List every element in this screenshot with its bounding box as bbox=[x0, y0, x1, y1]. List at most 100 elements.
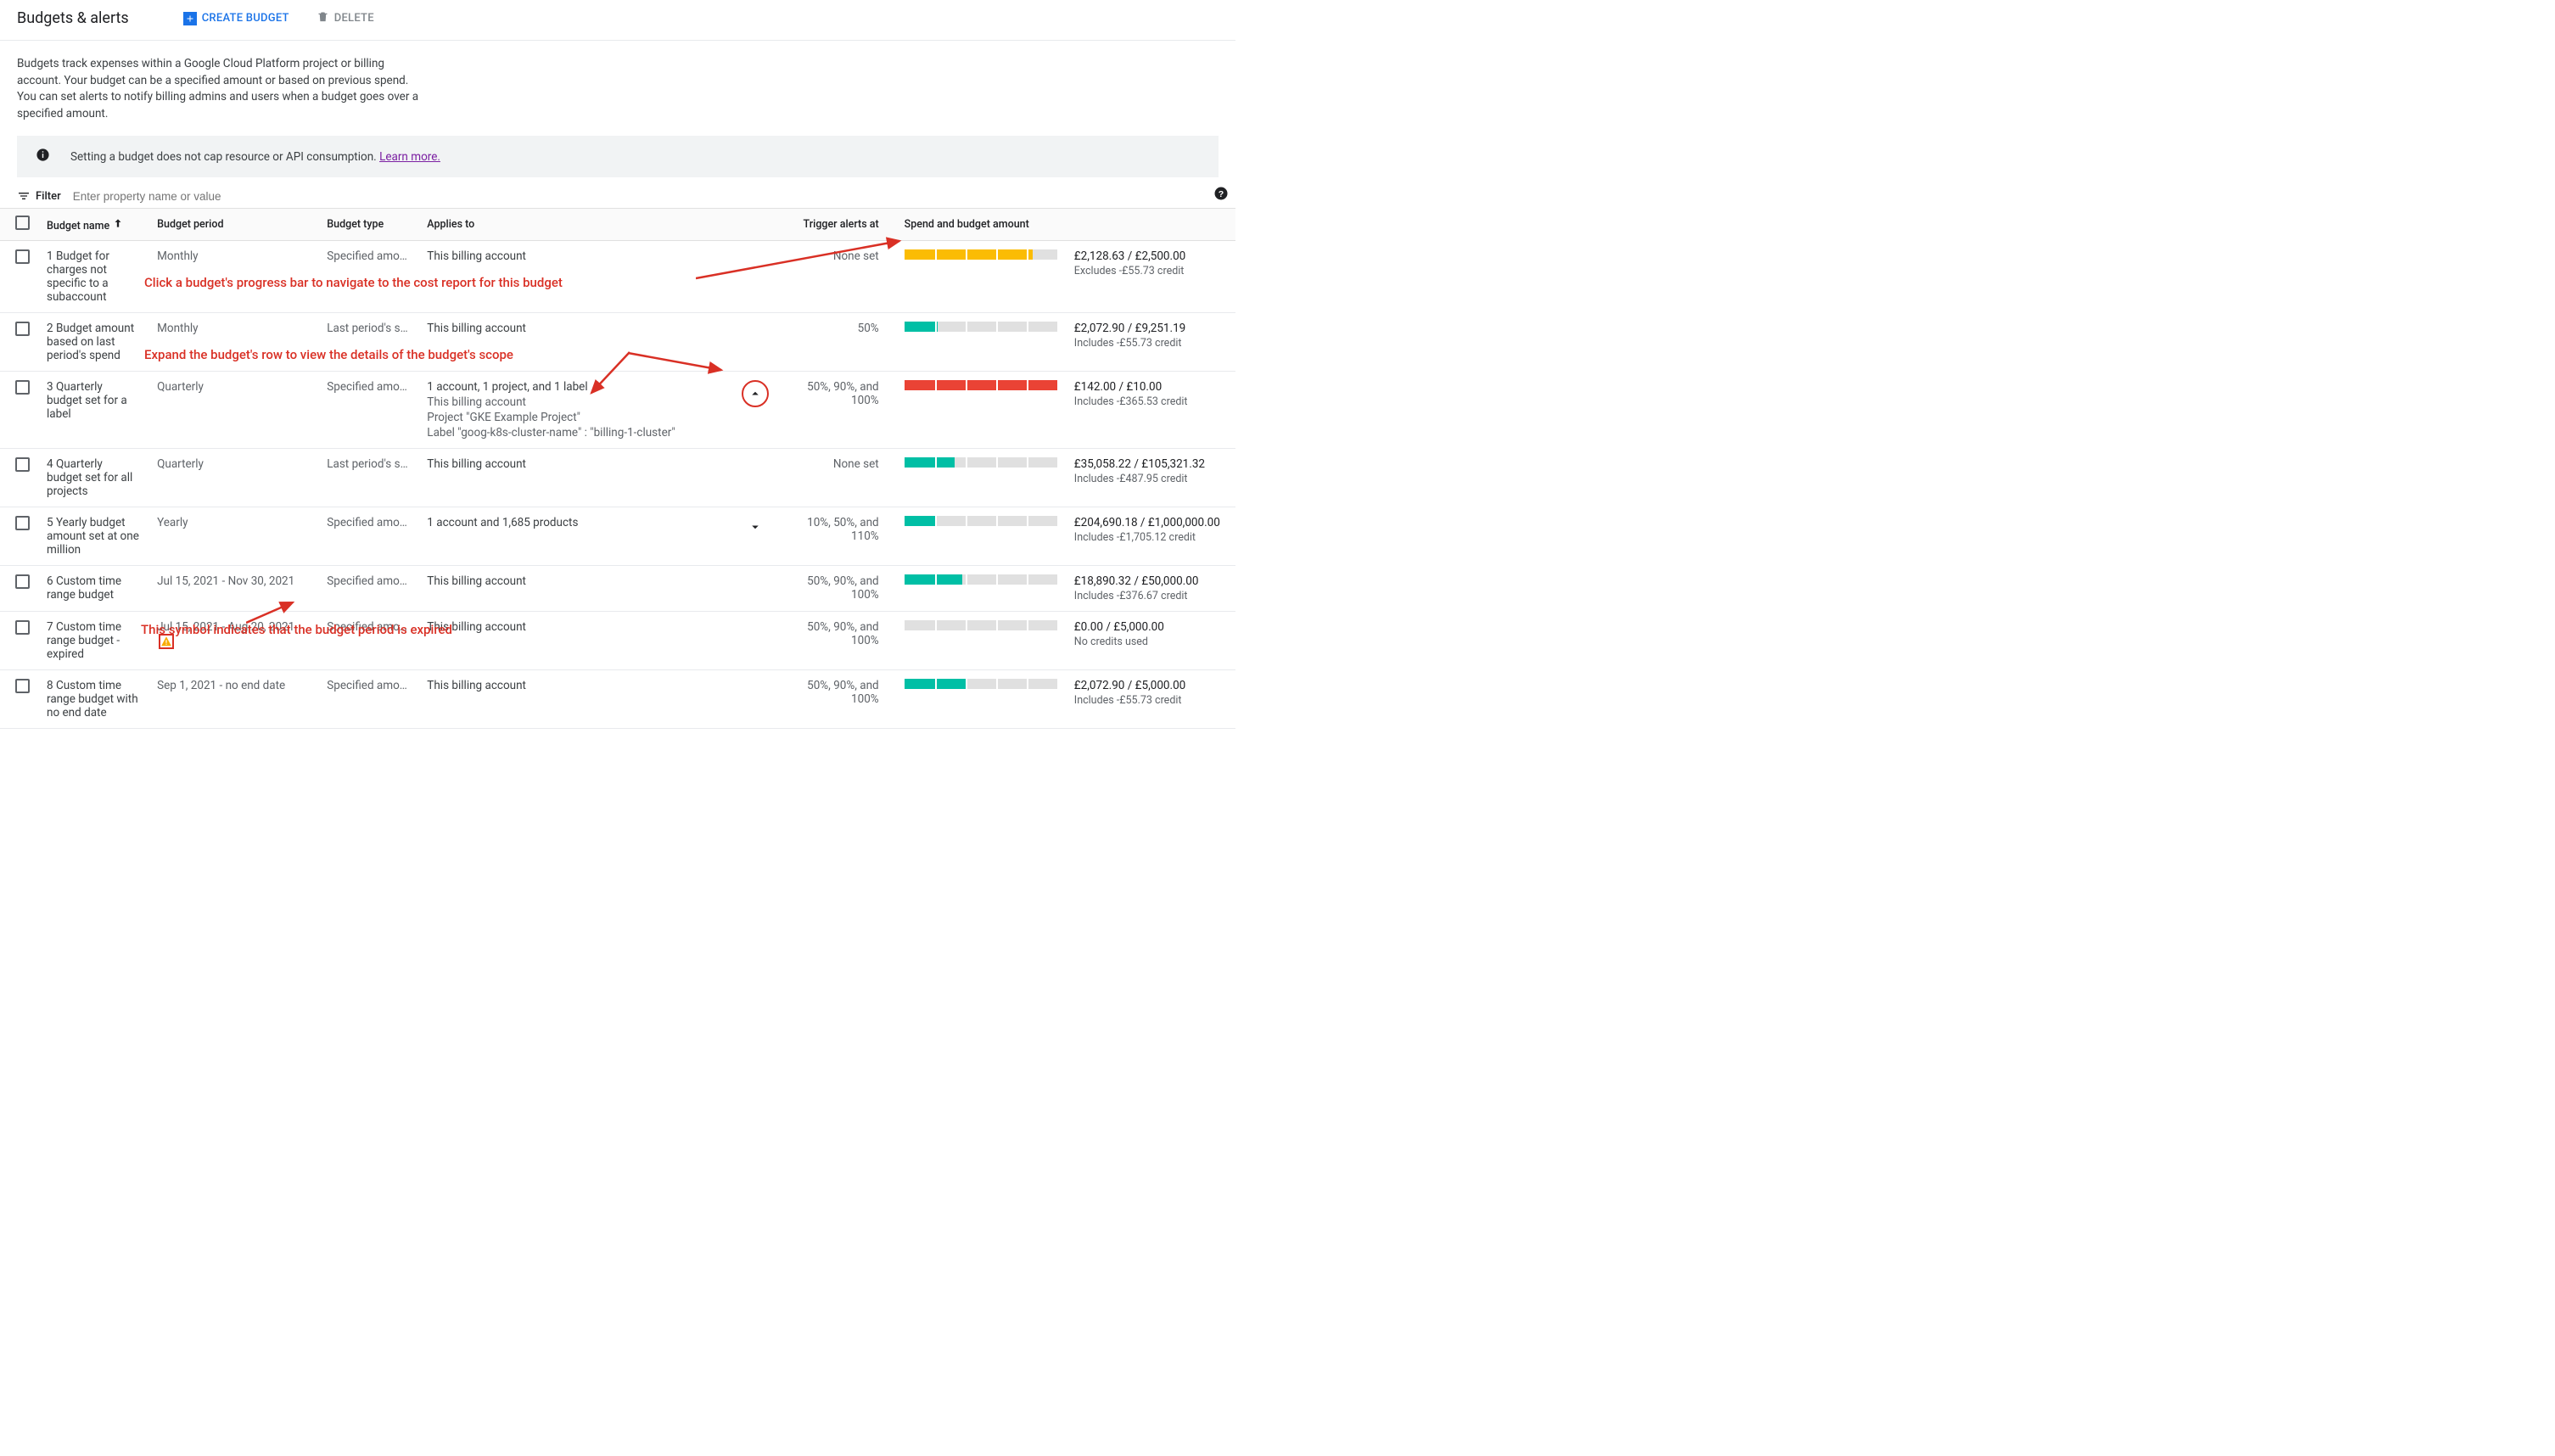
budget-name[interactable]: 2 Budget amount based on last period's s… bbox=[38, 313, 148, 372]
learn-more-link[interactable]: Learn more. bbox=[379, 150, 440, 164]
budget-type: Specified amo… bbox=[318, 241, 418, 313]
col-name[interactable]: Budget name bbox=[47, 220, 109, 232]
info-text: Setting a budget does not cap resource o… bbox=[70, 150, 379, 164]
applies-to: This billing account bbox=[418, 241, 732, 313]
budget-name[interactable]: 7 Custom time range budget - expired bbox=[38, 612, 148, 670]
applies-to: 1 account, 1 project, and 1 labelThis bi… bbox=[418, 372, 732, 449]
filter-icon bbox=[17, 189, 31, 203]
progress-bar[interactable] bbox=[905, 620, 1057, 630]
svg-text:?: ? bbox=[1219, 189, 1224, 199]
applies-to: This billing account bbox=[418, 313, 732, 372]
table-row: 4 Quarterly budget set for all projectsQ… bbox=[0, 449, 1235, 507]
budget-period: Quarterly bbox=[148, 372, 318, 449]
budget-period: Yearly bbox=[148, 507, 318, 566]
table-row: 7 Custom time range budget - expiredJul … bbox=[0, 612, 1235, 670]
spend-amount: £2,128.63 / £2,500.00Excludes -£55.73 cr… bbox=[1066, 241, 1235, 313]
progress-bar[interactable] bbox=[905, 574, 1057, 585]
budget-period: Monthly bbox=[148, 241, 318, 313]
row-checkbox[interactable] bbox=[15, 516, 30, 530]
filter-label: Filter bbox=[17, 189, 61, 203]
budget-period: Sep 1, 2021 - no end date bbox=[148, 670, 318, 729]
table-row: 2 Budget amount based on last period's s… bbox=[0, 313, 1235, 372]
spend-amount: £2,072.90 / £5,000.00Includes -£55.73 cr… bbox=[1066, 670, 1235, 729]
collapse-button[interactable] bbox=[742, 380, 769, 407]
row-checkbox[interactable] bbox=[15, 380, 30, 395]
budget-type: Last period's s… bbox=[318, 449, 418, 507]
col-applies[interactable]: Applies to bbox=[418, 209, 732, 241]
budget-type: Specified amo… bbox=[318, 507, 418, 566]
trigger-alerts: 50%, 90%, and 100% bbox=[777, 566, 896, 612]
progress-bar[interactable] bbox=[905, 457, 1057, 468]
chevron-up-icon bbox=[748, 386, 763, 401]
progress-bar[interactable] bbox=[905, 679, 1057, 689]
table-row: 8 Custom time range budget with no end d… bbox=[0, 670, 1235, 729]
col-spend[interactable]: Spend and budget amount bbox=[896, 209, 1066, 241]
create-budget-label: Create budget bbox=[202, 12, 289, 25]
page-title: Budgets & alerts bbox=[17, 9, 129, 27]
delete-button[interactable]: Delete bbox=[310, 5, 381, 31]
row-checkbox[interactable] bbox=[15, 620, 30, 635]
chevron-down-icon bbox=[748, 519, 763, 535]
row-checkbox[interactable] bbox=[15, 249, 30, 264]
spend-amount: £2,072.90 / £9,251.19Includes -£55.73 cr… bbox=[1066, 313, 1235, 372]
budget-name[interactable]: 3 Quarterly budget set for a label bbox=[38, 372, 148, 449]
budget-period: Monthly bbox=[148, 313, 318, 372]
row-checkbox[interactable] bbox=[15, 574, 30, 589]
table-row: 1 Budget for charges not specific to a s… bbox=[0, 241, 1235, 313]
help-icon[interactable]: ? bbox=[1213, 186, 1229, 204]
progress-bar[interactable] bbox=[905, 380, 1057, 390]
budget-period: Jul 15, 2021 - Aug 20, 2021 bbox=[148, 612, 318, 670]
trigger-alerts: 50% bbox=[777, 313, 896, 372]
col-period[interactable]: Budget period bbox=[148, 209, 318, 241]
trash-icon bbox=[317, 10, 329, 26]
expired-warning-icon bbox=[159, 634, 174, 649]
table-row: 5 Yearly budget amount set at one millio… bbox=[0, 507, 1235, 566]
budgets-table: Budget name Budget period Budget type Ap… bbox=[0, 208, 1235, 729]
budget-period: Jul 15, 2021 - Nov 30, 2021 bbox=[148, 566, 318, 612]
spend-amount: £142.00 / £10.00Includes -£365.53 credit bbox=[1066, 372, 1235, 449]
sort-arrow-up-icon[interactable] bbox=[112, 220, 124, 232]
col-trigger[interactable]: Trigger alerts at bbox=[777, 209, 896, 241]
spend-amount: £0.00 / £5,000.00No credits used bbox=[1066, 612, 1235, 670]
trigger-alerts: 50%, 90%, and 100% bbox=[777, 670, 896, 729]
budget-type: Specified amo… bbox=[318, 566, 418, 612]
spend-amount: £35,058.22 / £105,321.32Includes -£487.9… bbox=[1066, 449, 1235, 507]
budget-period: Quarterly bbox=[148, 449, 318, 507]
create-budget-button[interactable]: Create budget bbox=[176, 7, 296, 31]
budget-type: Last period's s… bbox=[318, 313, 418, 372]
col-type[interactable]: Budget type bbox=[318, 209, 418, 241]
expand-button[interactable] bbox=[744, 516, 766, 538]
applies-to: This billing account bbox=[418, 449, 732, 507]
progress-bar[interactable] bbox=[905, 322, 1057, 332]
trigger-alerts: 50%, 90%, and 100% bbox=[777, 372, 896, 449]
row-checkbox[interactable] bbox=[15, 457, 30, 472]
budget-type: Specified amo… bbox=[318, 372, 418, 449]
spend-amount: £18,890.32 / £50,000.00Includes -£376.67… bbox=[1066, 566, 1235, 612]
budget-name[interactable]: 6 Custom time range budget bbox=[38, 566, 148, 612]
spend-amount: £204,690.18 / £1,000,000.00Includes -£1,… bbox=[1066, 507, 1235, 566]
applies-to: This billing account bbox=[418, 670, 732, 729]
trigger-alerts: None set bbox=[777, 241, 896, 313]
budget-name[interactable]: 4 Quarterly budget set for all projects bbox=[38, 449, 148, 507]
filter-label-text: Filter bbox=[36, 190, 61, 203]
progress-bar[interactable] bbox=[905, 249, 1057, 260]
trigger-alerts: 10%, 50%, and 110% bbox=[777, 507, 896, 566]
progress-bar[interactable] bbox=[905, 516, 1057, 526]
budget-type: Specified amo… bbox=[318, 612, 418, 670]
plus-icon bbox=[183, 12, 197, 25]
budget-name[interactable]: 1 Budget for charges not specific to a s… bbox=[38, 241, 148, 313]
delete-label: Delete bbox=[334, 12, 374, 25]
trigger-alerts: 50%, 90%, and 100% bbox=[777, 612, 896, 670]
applies-to: This billing account bbox=[418, 566, 732, 612]
select-all-checkbox[interactable] bbox=[15, 216, 30, 230]
filter-input[interactable] bbox=[73, 190, 1219, 203]
trigger-alerts: None set bbox=[777, 449, 896, 507]
info-icon bbox=[36, 148, 50, 165]
row-checkbox[interactable] bbox=[15, 679, 30, 693]
budget-name[interactable]: 8 Custom time range budget with no end d… bbox=[38, 670, 148, 729]
row-checkbox[interactable] bbox=[15, 322, 30, 336]
table-row: 6 Custom time range budgetJul 15, 2021 -… bbox=[0, 566, 1235, 612]
table-row: 3 Quarterly budget set for a labelQuarte… bbox=[0, 372, 1235, 449]
budget-type: Specified amo… bbox=[318, 670, 418, 729]
budget-name[interactable]: 5 Yearly budget amount set at one millio… bbox=[38, 507, 148, 566]
